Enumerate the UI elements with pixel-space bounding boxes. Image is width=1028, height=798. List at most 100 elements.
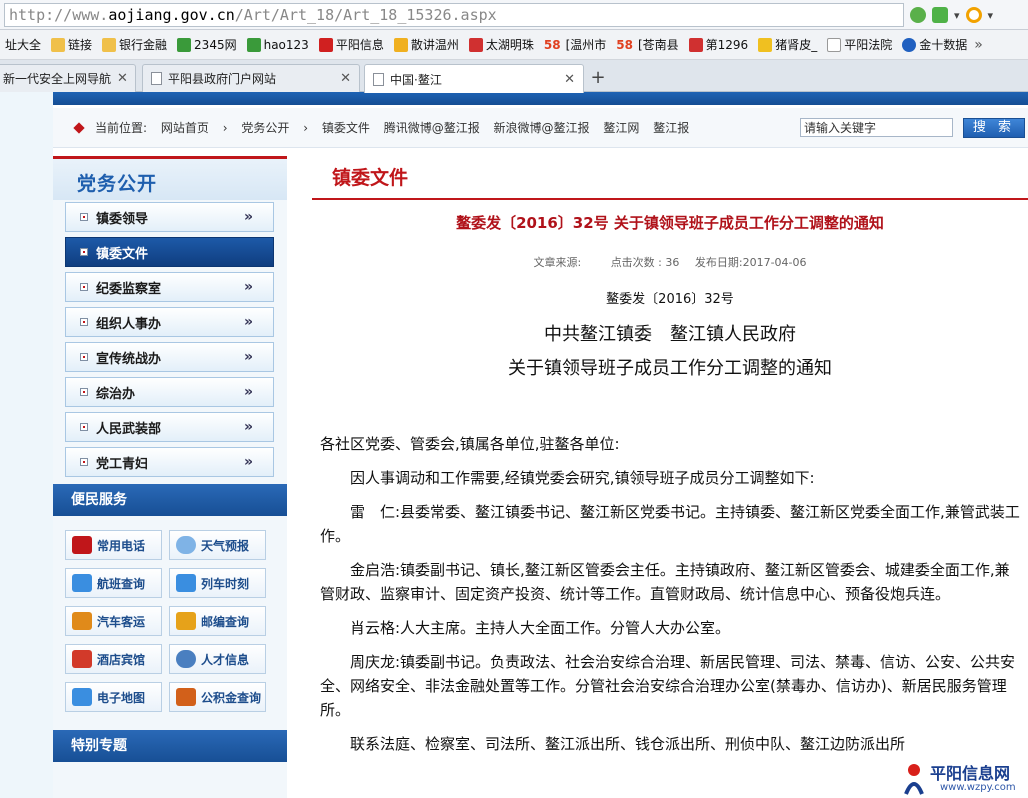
site-icon: [688, 37, 703, 52]
url-field[interactable]: http://www.aojiang.gov.cn/Art/Art_18/Art…: [4, 3, 904, 27]
bullet-icon: [80, 423, 88, 431]
article-body: 鳌委发〔2016〕32号 中共鳌江镇委 鳌江镇人民政府 关于镇领导班子成员工作分…: [320, 284, 1020, 756]
paragraph: 雷 仁:县委常委、鳌江镇委书记、鳌江新区党委书记。主持镇委、鳌江新区党委全面工作…: [320, 503, 1020, 545]
service-fund[interactable]: 公积金查询: [169, 682, 266, 712]
folder-icon: [51, 37, 66, 52]
bookmark-item[interactable]: hao123: [242, 30, 314, 59]
meta-clicks: 点击次数 : 36: [610, 256, 680, 269]
service-bus[interactable]: 汽车客运: [65, 606, 162, 636]
sidebar-title: 党务公开: [77, 173, 158, 195]
refresh-icon[interactable]: [910, 7, 926, 23]
section-header: 镇委文件: [312, 156, 1028, 200]
sidebar-item-youth-women[interactable]: 党工青妇»: [65, 447, 274, 477]
chevron-down-icon[interactable]: ▾: [954, 9, 960, 22]
sidebar-item-leaders[interactable]: 镇委领导»: [65, 202, 274, 232]
bookmark-item[interactable]: 平阳信息: [314, 30, 389, 59]
paragraph: 周庆龙:镇委副书记。负责政法、社会治安综合治理、新居民管理、司法、禁毒、信访、公…: [320, 653, 1016, 719]
bullet-icon: [80, 318, 88, 326]
watermark-url: www.wzpy.com: [940, 782, 1016, 793]
address-bar-area: http://www.aojiang.gov.cn/Art/Art_18/Art…: [0, 0, 1028, 30]
tab-item-active[interactable]: 中国·鳌江 ✕: [364, 64, 584, 93]
sidebar: 党务公开 镇委领导» 镇委文件 纪委监察室» 组织人事办» 宣传统战办» 综治办…: [53, 156, 287, 798]
sidebar-item-documents[interactable]: 镇委文件: [65, 237, 274, 267]
bookmark-item[interactable]: 太湖明珠: [464, 30, 539, 59]
service-postcode[interactable]: 邮编查询: [169, 606, 266, 636]
site-icon: [468, 37, 483, 52]
sidebar-menu: 镇委领导» 镇委文件 纪委监察室» 组织人事办» 宣传统战办» 综治办» 人民武…: [53, 200, 287, 477]
bookmark-item[interactable]: 2345网: [172, 30, 242, 59]
link-sina-weibo[interactable]: 新浪微博@鳌江报: [494, 121, 590, 135]
bookmark-item[interactable]: 银行金融: [97, 30, 172, 59]
service-talent[interactable]: 人才信息: [169, 644, 266, 674]
breadcrumb-home[interactable]: 网站首页: [161, 121, 209, 135]
bookmark-item[interactable]: [苍南县: [638, 30, 684, 59]
close-tab-icon[interactable]: ✕: [117, 71, 128, 86]
location-icon: [73, 121, 85, 134]
search-input[interactable]: [800, 118, 953, 137]
breadcrumb-party[interactable]: 党务公开: [241, 121, 289, 135]
search-engine-icon[interactable]: [965, 7, 982, 23]
link-tencent-weibo[interactable]: 腾讯微博@鳌江报: [384, 121, 480, 135]
folder-icon: [102, 37, 117, 52]
bookmark-item[interactable]: 散讲温州: [389, 30, 464, 59]
service-map[interactable]: 电子地图: [65, 682, 162, 712]
bookmark-item[interactable]: 第1296: [684, 30, 754, 59]
main-content: 镇委文件 鳌委发〔2016〕32号 关于镇领导班子成员工作分工调整的通知 文章来…: [298, 156, 1028, 798]
close-tab-icon[interactable]: ✕: [340, 71, 351, 86]
bookmark-item[interactable]: [温州市: [566, 30, 612, 59]
sidebar-item-governance[interactable]: 综治办»: [65, 377, 274, 407]
breadcrumb-docs[interactable]: 镇委文件: [322, 121, 370, 135]
search-dropdown-icon[interactable]: ▾: [988, 9, 994, 22]
bookmark-item[interactable]: 58: [539, 30, 566, 59]
link-aojiang-net[interactable]: 鳌江网: [603, 121, 639, 135]
special-topics-header: 特别专题: [53, 730, 287, 762]
bookmark-item[interactable]: 58: [611, 30, 638, 59]
double-chevron-icon: »: [243, 209, 253, 225]
watermark-logo-icon: [904, 764, 924, 795]
close-tab-icon[interactable]: ✕: [564, 72, 575, 87]
hotel-icon: [72, 650, 92, 668]
speed-mode-icon[interactable]: [932, 7, 948, 23]
new-tab-button[interactable]: +: [586, 68, 610, 90]
page-icon: [151, 72, 162, 85]
tab-item[interactable]: 新一代安全上网导航 ✕: [0, 64, 136, 92]
mail-icon: [176, 612, 196, 630]
bullet-icon: [80, 458, 88, 466]
page-icon: [827, 37, 842, 52]
sidebar-item-discipline[interactable]: 纪委监察室»: [65, 272, 274, 302]
bookmark-item[interactable]: 址大全: [0, 30, 46, 59]
phone-icon: [72, 536, 92, 554]
doc-number: 鳌委发〔2016〕32号: [606, 292, 734, 307]
more-bookmarks-icon[interactable]: »: [974, 37, 983, 53]
watermark-name: 平阳信息网: [930, 764, 1011, 783]
sidebar-header: 党务公开: [53, 156, 287, 200]
service-hotel[interactable]: 酒店宾馆: [65, 644, 162, 674]
link-aojiang-paper[interactable]: 鳌江报: [653, 121, 689, 135]
meta-source: 文章来源:: [533, 256, 582, 269]
service-phone[interactable]: 常用电话: [65, 530, 162, 560]
bookmark-item[interactable]: 链接: [46, 30, 97, 59]
bullet-icon: [80, 248, 88, 256]
tab-item[interactable]: 平阳县政府门户网站 ✕: [142, 64, 360, 92]
double-chevron-icon: »: [243, 384, 253, 400]
bookmark-item[interactable]: 平阳法院: [822, 30, 897, 59]
top-navigation: [53, 92, 1028, 105]
sidebar-item-personnel[interactable]: 组织人事办»: [65, 307, 274, 337]
person-icon: [176, 650, 196, 668]
bookmark-item[interactable]: 金十数据: [897, 30, 972, 59]
service-weather[interactable]: 天气预报: [169, 530, 266, 560]
breadcrumb-sep: ›: [222, 121, 228, 135]
weather-icon: [176, 536, 196, 554]
bookmark-item[interactable]: 猪肾皮_: [753, 30, 822, 59]
search-button[interactable]: 搜 索: [963, 118, 1025, 138]
breadcrumb: 当前位置: 网站首页 › 党务公开 › 镇委文件 腾讯微博@鳌江报 新浪微博@鳌…: [53, 108, 1028, 148]
service-flight[interactable]: 航班查询: [65, 568, 162, 598]
service-train[interactable]: 列车时刻: [169, 568, 266, 598]
page-icon: [373, 72, 384, 86]
sidebar-item-armed-forces[interactable]: 人民武装部»: [65, 412, 274, 442]
double-chevron-icon: »: [243, 349, 253, 365]
doc-heading-subject: 关于镇领导班子成员工作分工调整的通知: [508, 358, 832, 379]
page-viewport: 当前位置: 网站首页 › 党务公开 › 镇委文件 腾讯微博@鳌江报 新浪微博@鳌…: [0, 92, 1028, 798]
article-title: 鳌委发〔2016〕32号 关于镇领导班子成员工作分工调整的通知: [456, 214, 884, 232]
sidebar-item-publicity[interactable]: 宣传统战办»: [65, 342, 274, 372]
